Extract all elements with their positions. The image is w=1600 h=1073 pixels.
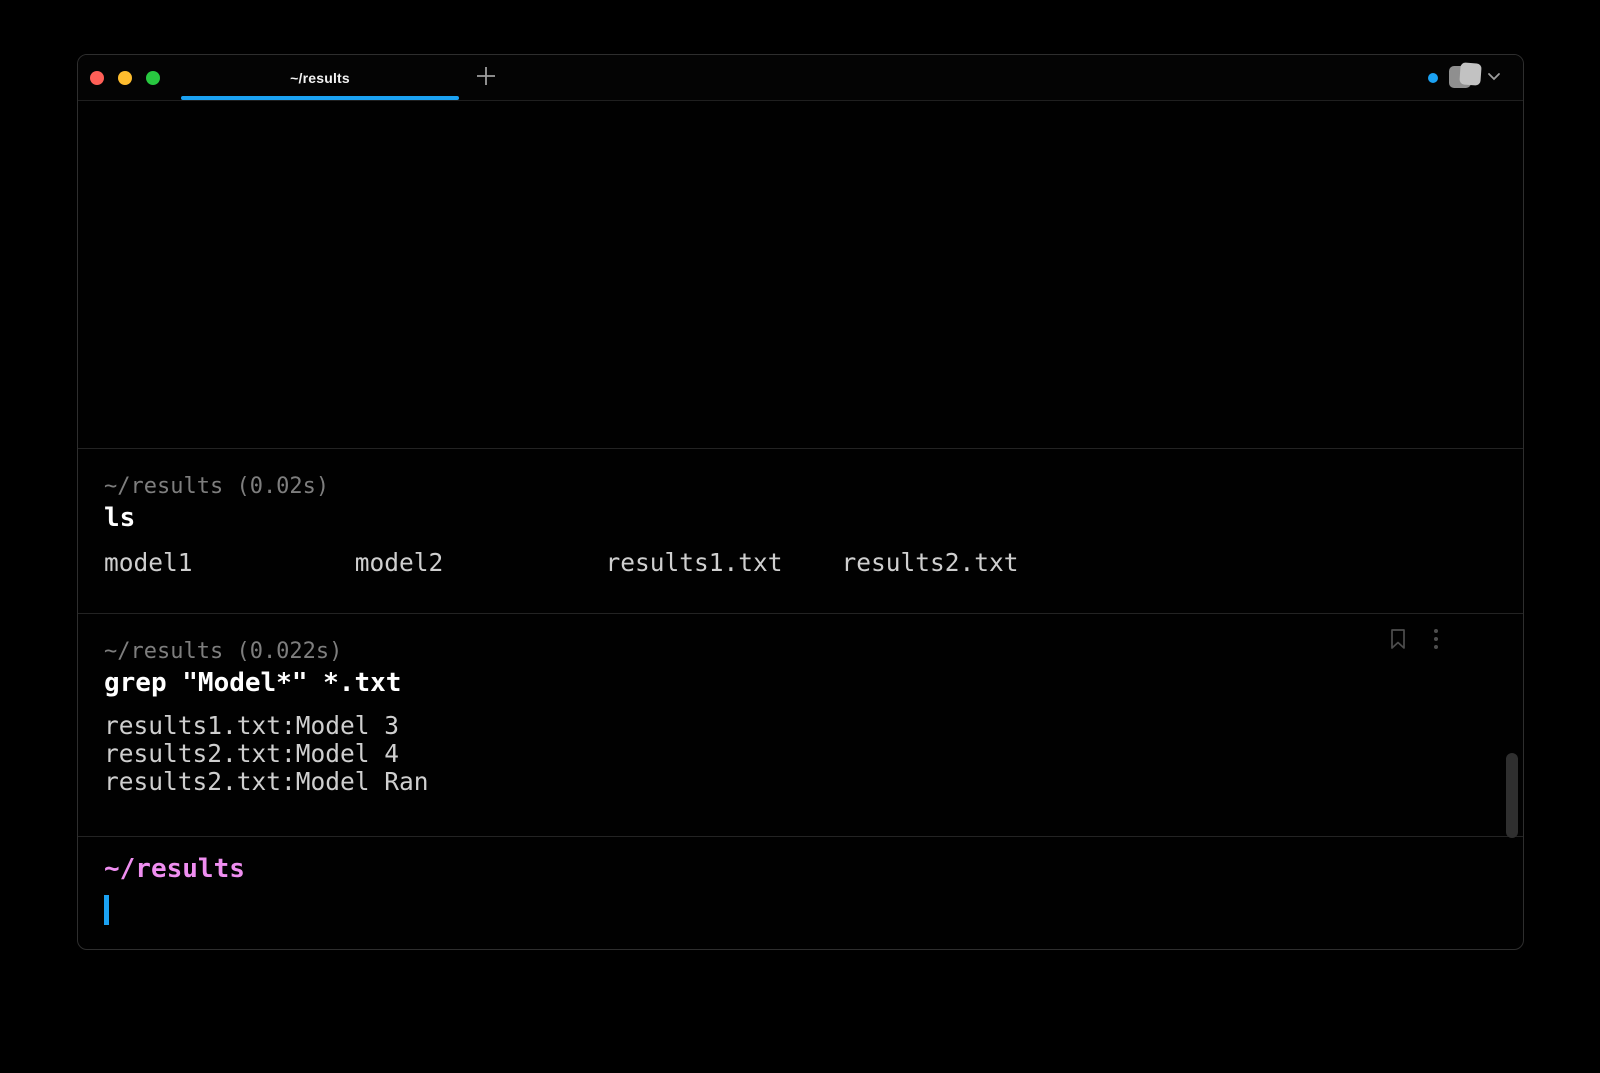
active-tab-indicator [181,96,459,100]
empty-scrollback [78,101,1523,448]
tab-results[interactable]: ~/results [181,55,459,100]
traffic-lights [78,71,181,85]
plus-icon [474,64,498,91]
block-context: ~/results (0.022s) [104,638,1497,666]
prompt-block: ~/results [78,836,1523,925]
chevron-down-icon [1487,70,1501,85]
panes-icon [1447,62,1483,93]
text-cursor [104,895,109,925]
zoom-button[interactable] [146,71,160,85]
block-command: ls [104,503,1497,533]
bookmark-icon [1389,628,1407,653]
titlebar-right-cluster [1428,62,1523,93]
minimize-button[interactable] [118,71,132,85]
command-input[interactable] [104,895,1497,925]
block-context: ~/results (0.02s) [104,473,1497,501]
block-menu-button[interactable] [1433,628,1439,653]
kebab-menu-icon [1433,628,1439,653]
block-output: results1.txt:Model 3 results2.txt:Model … [104,712,1497,796]
terminal-window: ~/results [77,54,1524,950]
command-block-ls: ~/results (0.02s) ls model1 model2 resul… [78,448,1523,613]
block-output: model1 model2 results1.txt results2.txt [104,549,1497,577]
notification-dot-icon [1428,73,1438,83]
close-button[interactable] [90,71,104,85]
tab-title: ~/results [290,70,350,86]
block-actions [1389,628,1439,653]
scrollbar-thumb[interactable] [1506,753,1518,838]
terminal-content: ~/results (0.02s) ls model1 model2 resul… [78,101,1523,925]
command-block-grep: ~/results (0.022s) grep "Model*" *.txt r… [78,613,1523,836]
prompt-path: ~/results [104,855,1497,883]
bookmark-button[interactable] [1389,628,1407,653]
workspace-menu-button[interactable] [1447,62,1501,93]
titlebar: ~/results [78,55,1523,101]
new-tab-button[interactable] [469,61,503,95]
block-command: grep "Model*" *.txt [104,668,1497,698]
